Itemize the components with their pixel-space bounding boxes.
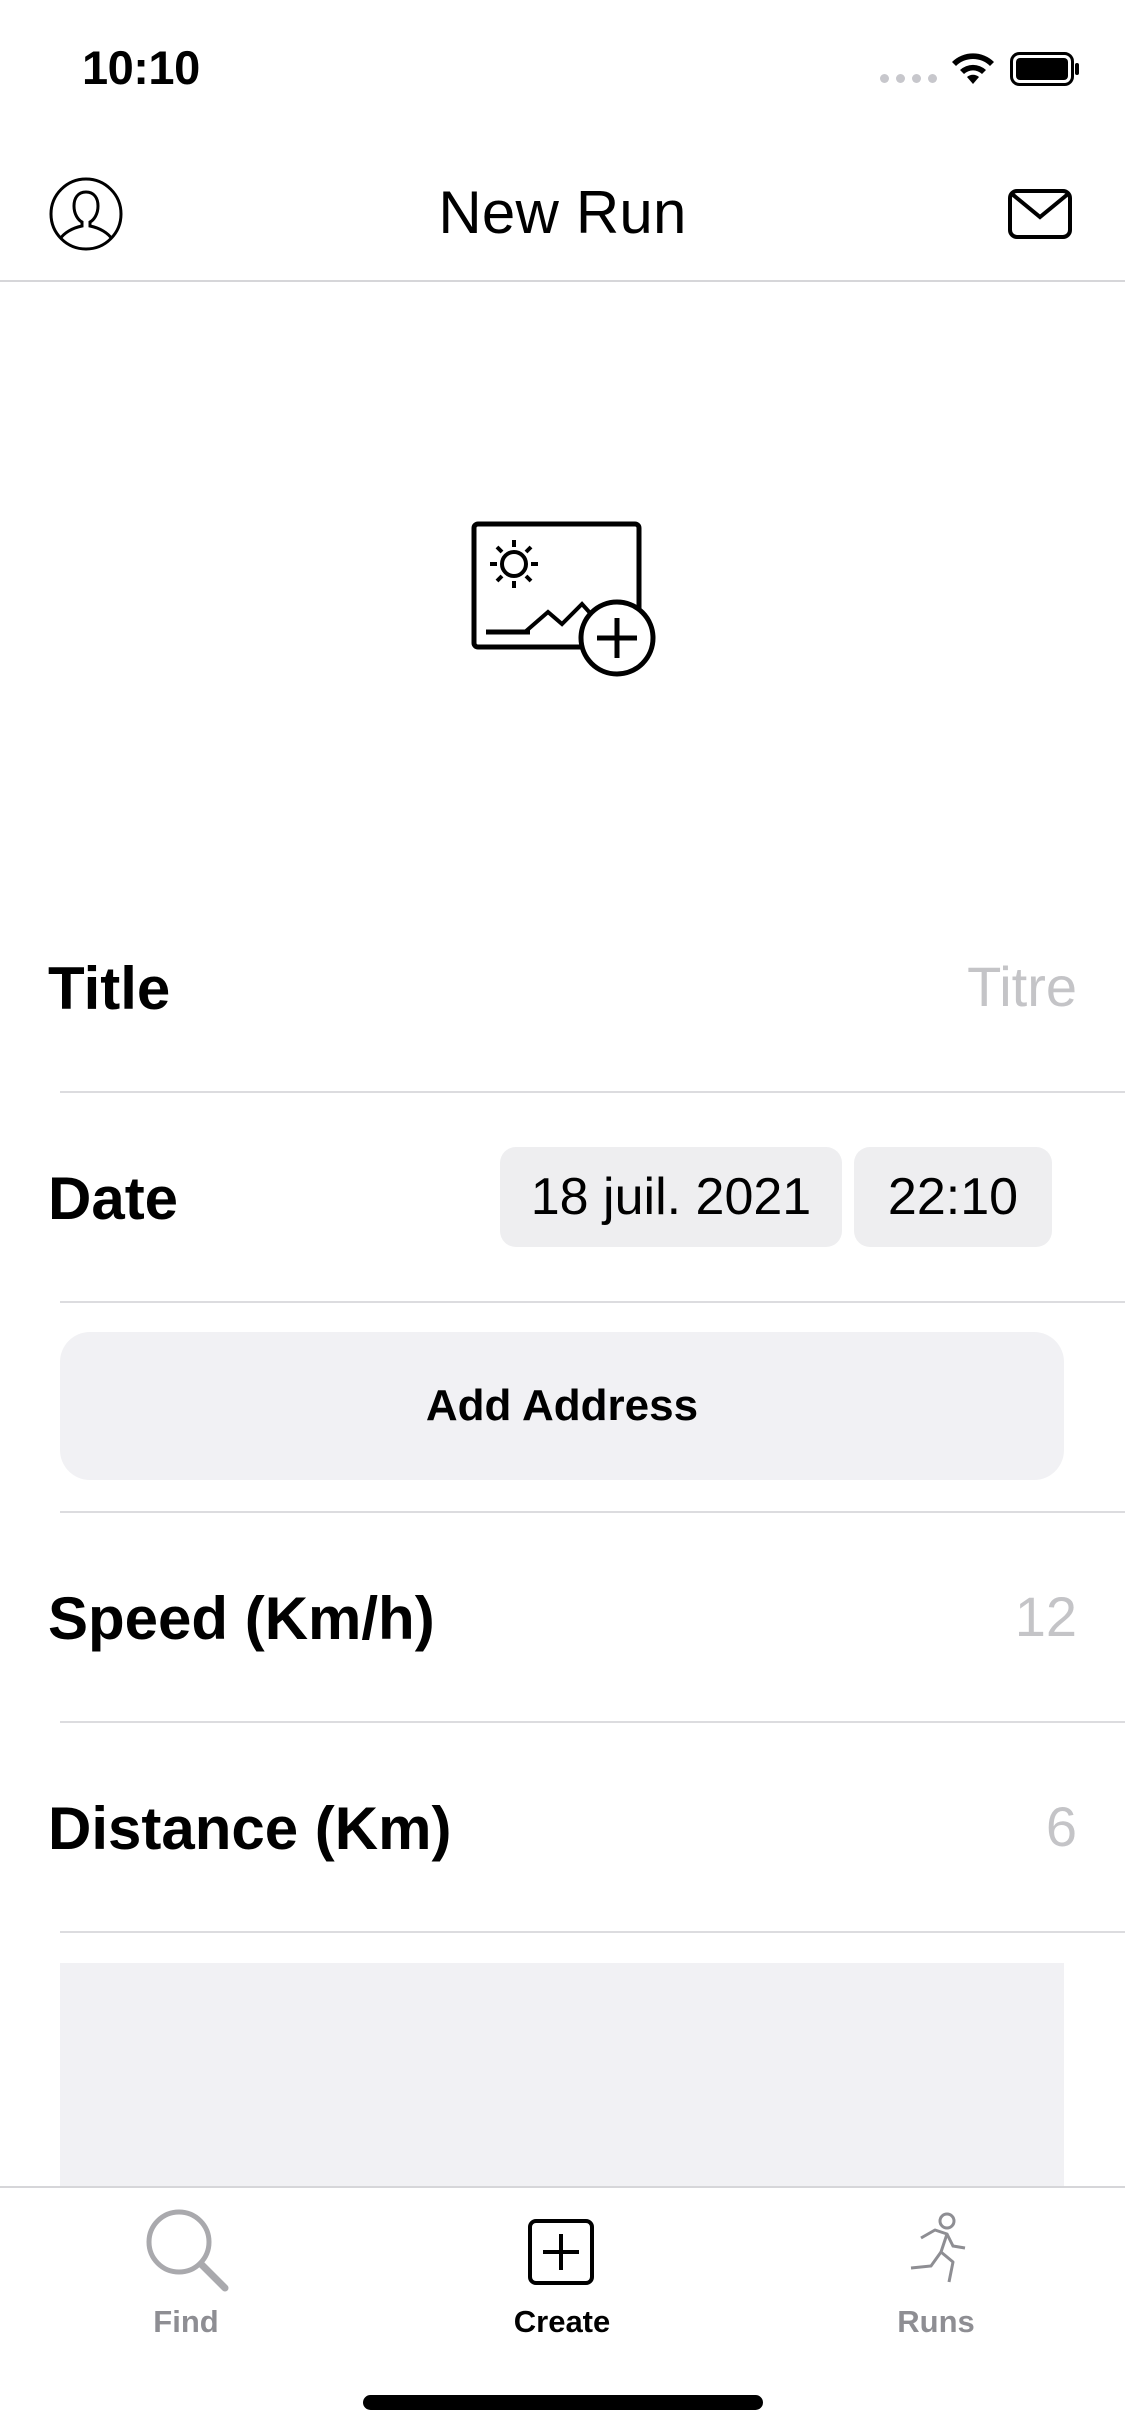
cellular-signal-icon <box>880 74 937 83</box>
divider <box>60 1931 1125 1933</box>
tab-find[interactable]: Find <box>76 2206 296 2346</box>
divider <box>60 1721 1125 1723</box>
tab-runs-label: Runs <box>897 2304 975 2339</box>
status-time: 10:10 <box>82 41 200 94</box>
envelope-icon[interactable] <box>1008 188 1072 240</box>
page-title: New Run <box>438 179 687 246</box>
battery-icon <box>1010 52 1079 86</box>
title-input[interactable]: Titre <box>967 954 1077 1019</box>
runner-icon <box>910 2212 966 2283</box>
divider <box>60 1091 1125 1093</box>
date-picker[interactable]: 18 juil. 2021 <box>500 1147 842 1247</box>
title-label: Title <box>48 955 171 1022</box>
add-address-button[interactable]: Add Address <box>60 1332 1064 1480</box>
home-indicator[interactable] <box>363 2395 763 2410</box>
tab-runs[interactable]: Runs <box>826 2206 1046 2346</box>
distance-input[interactable]: 6 <box>1046 1794 1077 1859</box>
title-row: Title Titre <box>0 882 1125 1092</box>
tab-find-label: Find <box>153 2304 219 2339</box>
description-textarea[interactable] <box>60 1963 1064 2188</box>
photo-add-icon[interactable] <box>470 520 660 680</box>
navigation-bar: New Run <box>0 132 1125 282</box>
divider <box>60 1301 1125 1303</box>
wifi-icon <box>952 53 994 84</box>
distance-label: Distance (Km) <box>48 1795 452 1862</box>
speed-label: Speed (Km/h) <box>48 1585 435 1652</box>
magnifying-glass-icon <box>146 2209 229 2292</box>
time-picker[interactable]: 22:10 <box>854 1147 1052 1247</box>
tab-create[interactable]: Create <box>452 2206 672 2346</box>
divider <box>60 1511 1125 1513</box>
speed-input[interactable]: 12 <box>1015 1584 1077 1649</box>
plus-square-icon <box>528 2219 594 2285</box>
status-bar: 10:10 <box>0 0 1125 132</box>
tab-create-label: Create <box>513 2304 611 2339</box>
date-label: Date <box>48 1165 179 1232</box>
new-run-screen: 10:10 New Run Title Titre Date 18 juil. … <box>0 0 1125 2436</box>
